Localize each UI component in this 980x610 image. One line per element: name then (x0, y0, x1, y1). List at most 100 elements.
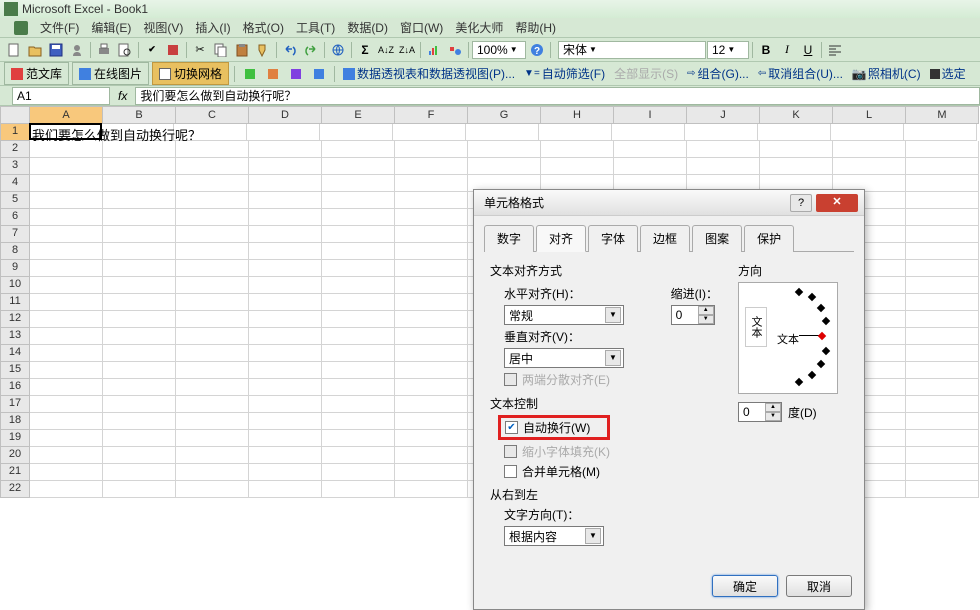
cell[interactable] (395, 464, 468, 481)
cell[interactable] (30, 175, 103, 192)
cell[interactable] (249, 464, 322, 481)
cell[interactable] (322, 209, 395, 226)
cell[interactable] (906, 260, 979, 277)
cell[interactable] (176, 481, 249, 498)
row-header[interactable]: 17 (0, 396, 30, 413)
hyperlink-button[interactable] (328, 40, 348, 60)
cell[interactable] (176, 226, 249, 243)
cell[interactable] (176, 311, 249, 328)
cell[interactable] (103, 464, 176, 481)
menu-data[interactable]: 数据(D) (347, 19, 388, 36)
row-header[interactable]: 22 (0, 481, 30, 498)
row-header[interactable]: 4 (0, 175, 30, 192)
cell[interactable] (612, 124, 685, 141)
menu-file[interactable]: 文件(F) (40, 19, 79, 36)
cell[interactable] (30, 260, 103, 277)
cell[interactable] (176, 430, 249, 447)
menu-view[interactable]: 视图(V) (143, 19, 183, 36)
row-header[interactable]: 1 (0, 124, 30, 141)
cell[interactable] (30, 413, 103, 430)
halign-combo[interactable]: 常规▼ (504, 305, 624, 325)
col-header-d[interactable]: D (249, 106, 322, 124)
fontsize-dropdown[interactable]: 12▼ (707, 41, 749, 59)
cell[interactable] (906, 379, 979, 396)
camera-link[interactable]: 📷照相机(C) (849, 63, 924, 84)
col-header-f[interactable]: F (395, 106, 468, 124)
cell[interactable] (322, 413, 395, 430)
cell[interactable] (249, 294, 322, 311)
cell[interactable] (906, 226, 979, 243)
col-header-e[interactable]: E (322, 106, 395, 124)
cell[interactable] (322, 294, 395, 311)
align-left-button[interactable] (825, 40, 845, 60)
cell[interactable] (30, 311, 103, 328)
cell[interactable] (906, 141, 979, 158)
cell[interactable] (906, 464, 979, 481)
tb2-btn3[interactable] (286, 64, 306, 84)
fx-label[interactable]: fx (110, 89, 135, 103)
cell[interactable] (249, 430, 322, 447)
cell[interactable] (176, 362, 249, 379)
cell[interactable] (103, 396, 176, 413)
cell[interactable] (614, 158, 687, 175)
select-link[interactable]: 选定 (927, 63, 969, 84)
cell[interactable] (687, 141, 760, 158)
tab-border[interactable]: 边框 (640, 225, 690, 252)
cell[interactable] (249, 260, 322, 277)
cell[interactable] (249, 243, 322, 260)
italic-button[interactable]: I (777, 40, 797, 60)
cell[interactable] (30, 226, 103, 243)
cell[interactable] (103, 175, 176, 192)
row-header[interactable]: 18 (0, 413, 30, 430)
cell[interactable] (30, 243, 103, 260)
cell[interactable] (30, 379, 103, 396)
formula-input[interactable]: 我们要怎么做到自动换行呢？ (135, 87, 980, 105)
toggle-grid-button[interactable]: 切换网格 (152, 62, 229, 85)
cell[interactable] (322, 158, 395, 175)
cell[interactable] (30, 345, 103, 362)
cell[interactable] (322, 311, 395, 328)
pivot-link[interactable]: 数据透视表和数据透视图(P)... (340, 63, 518, 84)
cell[interactable] (322, 226, 395, 243)
select-all-corner[interactable] (0, 106, 30, 124)
row-header[interactable]: 13 (0, 328, 30, 345)
cell[interactable] (466, 124, 539, 141)
cell[interactable] (539, 124, 612, 141)
cell[interactable] (176, 328, 249, 345)
cell[interactable] (395, 396, 468, 413)
cell[interactable] (30, 464, 103, 481)
cell[interactable] (906, 430, 979, 447)
cell[interactable] (906, 175, 979, 192)
row-header[interactable]: 19 (0, 430, 30, 447)
cell[interactable] (103, 192, 176, 209)
cell[interactable] (30, 362, 103, 379)
cell[interactable] (541, 141, 614, 158)
dialog-titlebar[interactable]: 单元格格式 ? ✕ (474, 190, 864, 216)
cell[interactable] (249, 362, 322, 379)
cell[interactable] (30, 328, 103, 345)
menu-beautify[interactable]: 美化大师 (455, 19, 503, 36)
cell[interactable] (249, 345, 322, 362)
zoom-dropdown[interactable]: 100%▼ (472, 41, 526, 59)
cell[interactable] (30, 192, 103, 209)
cell[interactable] (395, 226, 468, 243)
tb2-btn4[interactable] (309, 64, 329, 84)
cell[interactable] (322, 277, 395, 294)
format-painter-button[interactable] (253, 40, 273, 60)
row-header[interactable]: 5 (0, 192, 30, 209)
row-header[interactable]: 10 (0, 277, 30, 294)
menu-format[interactable]: 格式(O) (243, 19, 284, 36)
col-header-g[interactable]: G (468, 106, 541, 124)
cell[interactable] (395, 379, 468, 396)
underline-button[interactable]: U (798, 40, 818, 60)
cell[interactable] (906, 413, 979, 430)
chart-button[interactable] (424, 40, 444, 60)
cell[interactable] (103, 209, 176, 226)
group-link[interactable]: ⇨组合(G)... (684, 63, 752, 84)
tab-number[interactable]: 数字 (484, 225, 534, 252)
row-header[interactable]: 20 (0, 447, 30, 464)
cell[interactable] (176, 413, 249, 430)
row-header[interactable]: 9 (0, 260, 30, 277)
tb2-btn2[interactable] (263, 64, 283, 84)
cell[interactable] (395, 192, 468, 209)
